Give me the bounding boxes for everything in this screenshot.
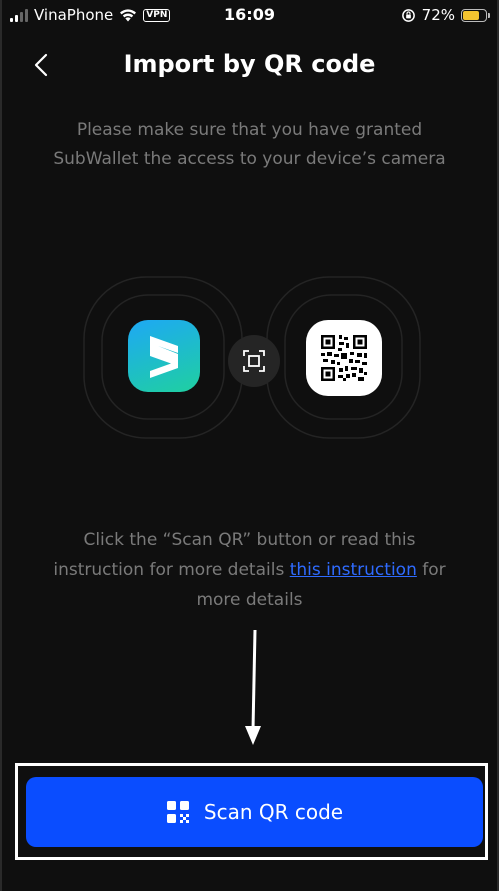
header: Import by QR code	[2, 44, 497, 90]
orientation-lock-icon	[401, 8, 415, 22]
scan-qr-code-button[interactable]: Scan QR code	[26, 777, 483, 847]
battery-percent: 72%	[421, 6, 455, 24]
help-text: Click the “Scan QR” button or read this …	[42, 525, 457, 615]
instruction-link[interactable]: this instruction	[290, 560, 417, 580]
page-title: Import by QR code	[123, 50, 376, 78]
instruction-line-1: Please make sure that you have granted	[76, 120, 423, 140]
battery-icon	[461, 8, 490, 22]
status-bar: VinaPhone VPN 16:09 72%	[2, 0, 497, 32]
screen: VinaPhone VPN 16:09 72% Import by QR cod…	[0, 0, 499, 891]
annotation-arrow-icon	[245, 629, 261, 745]
battery-fill	[463, 10, 479, 20]
subwallet-logo-icon	[128, 320, 200, 392]
status-right: 72%	[401, 6, 490, 24]
scan-qr-code-button-label: Scan QR code	[203, 800, 344, 824]
instruction-line-2: SubWallet the access to your device’s ca…	[53, 149, 446, 169]
scan-frame-icon	[228, 335, 280, 387]
qr-code-icon	[306, 320, 382, 396]
camera-permission-instruction: Please make sure that you have granted S…	[32, 116, 467, 174]
qr-illustration	[82, 275, 422, 440]
qr-scan-icon	[166, 801, 189, 823]
